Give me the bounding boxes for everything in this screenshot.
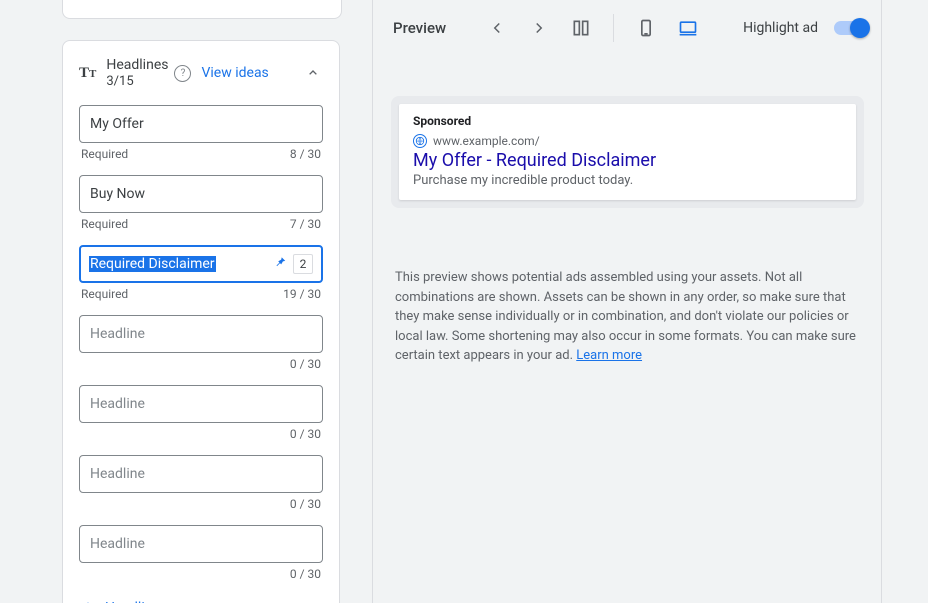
preview-prev-button[interactable] bbox=[481, 12, 513, 44]
ad-url-row: www.example.com/ bbox=[413, 134, 842, 148]
headline-fields: My Offer Required 8 / 30 Buy Now Required 7 /… bbox=[63, 97, 339, 603]
learn-more-link[interactable]: Learn more bbox=[576, 348, 642, 363]
compare-view-button[interactable] bbox=[565, 12, 597, 44]
headlines-panel: TT Headlines 3/15 ? View ideas My Offer R… bbox=[62, 40, 340, 603]
char-counter: 19 / 30 bbox=[283, 287, 321, 301]
headline-value: Required Disclaimer bbox=[89, 256, 216, 272]
columns-icon bbox=[571, 18, 591, 38]
headline-input-7[interactable]: Headline bbox=[79, 525, 323, 563]
char-counter: 0 / 30 bbox=[290, 427, 321, 441]
ad-headline: My Offer - Required Disclaimer bbox=[413, 150, 842, 171]
toggle-thumb bbox=[850, 18, 870, 38]
headline-input-1[interactable]: My Offer bbox=[79, 105, 323, 143]
pin-icon[interactable] bbox=[273, 255, 287, 273]
mobile-icon bbox=[636, 18, 656, 38]
text-format-icon: TT bbox=[79, 66, 96, 81]
ad-display-url: www.example.com/ bbox=[433, 134, 540, 148]
sponsored-label: Sponsored bbox=[413, 114, 842, 128]
view-ideas-link[interactable]: View ideas bbox=[201, 65, 268, 82]
preview-disclaimer: This preview shows potential ads assembl… bbox=[395, 268, 860, 366]
char-counter: 8 / 30 bbox=[290, 147, 321, 161]
headlines-title-block: Headlines 3/15 bbox=[106, 57, 168, 89]
headline-input-4[interactable]: Headline bbox=[79, 315, 323, 353]
chevron-up-icon bbox=[305, 65, 321, 81]
highlight-ad-label: Highlight ad bbox=[743, 20, 818, 36]
headline-meta-6: 0 / 30 bbox=[81, 497, 321, 511]
headlines-panel-header: TT Headlines 3/15 ? View ideas bbox=[63, 41, 339, 97]
highlight-ad-toggle[interactable] bbox=[834, 21, 868, 35]
headline-meta-7: 0 / 30 bbox=[81, 567, 321, 581]
ad-description: Purchase my incredible product today. bbox=[413, 173, 842, 188]
char-counter: 0 / 30 bbox=[290, 357, 321, 371]
required-hint: Required bbox=[81, 217, 128, 231]
desktop-preview-button[interactable] bbox=[672, 12, 704, 44]
preview-next-button[interactable] bbox=[523, 12, 555, 44]
desktop-icon bbox=[678, 18, 698, 38]
globe-icon bbox=[413, 134, 427, 148]
pin-controls: 2 bbox=[273, 254, 313, 274]
headline-meta-5: 0 / 30 bbox=[81, 427, 321, 441]
headline-meta-3: Required 19 / 30 bbox=[81, 287, 321, 301]
right-gutter bbox=[881, 0, 928, 603]
chevron-left-icon bbox=[488, 19, 506, 37]
pin-position-badge[interactable]: 2 bbox=[293, 254, 313, 274]
required-hint: Required bbox=[81, 287, 128, 301]
ad-preview-inner: Sponsored www.example.com/ My Offer - Re… bbox=[399, 104, 856, 200]
headline-meta-2: Required 7 / 30 bbox=[81, 217, 321, 231]
headlines-title: Headlines bbox=[106, 57, 168, 74]
plus-icon bbox=[79, 599, 97, 603]
ad-preview-card: Sponsored www.example.com/ My Offer - Re… bbox=[391, 96, 864, 208]
toolbar-divider bbox=[613, 14, 614, 42]
headlines-count: 3/15 bbox=[106, 74, 168, 90]
preview-toolbar: Preview Highlight ad bbox=[373, 0, 882, 56]
previous-card-bottom bbox=[62, 0, 342, 19]
help-icon[interactable]: ? bbox=[174, 65, 191, 82]
chevron-right-icon bbox=[530, 19, 548, 37]
preview-region: Preview Highlight ad Spon bbox=[372, 0, 882, 603]
headline-input-6[interactable]: Headline bbox=[79, 455, 323, 493]
collapse-toggle[interactable] bbox=[303, 63, 323, 83]
headline-meta-1: Required 8 / 30 bbox=[81, 147, 321, 161]
char-counter: 7 / 30 bbox=[290, 217, 321, 231]
char-counter: 0 / 30 bbox=[290, 497, 321, 511]
headline-input-5[interactable]: Headline bbox=[79, 385, 323, 423]
headline-input-3[interactable]: Required Disclaimer 2 bbox=[79, 245, 323, 283]
mobile-preview-button[interactable] bbox=[630, 12, 662, 44]
app-root: TT Headlines 3/15 ? View ideas My Offer R… bbox=[0, 0, 928, 603]
preview-title: Preview bbox=[393, 19, 446, 37]
headline-meta-4: 0 / 30 bbox=[81, 357, 321, 371]
required-hint: Required bbox=[81, 147, 128, 161]
headline-input-2[interactable]: Buy Now bbox=[79, 175, 323, 213]
char-counter: 0 / 30 bbox=[290, 567, 321, 581]
add-headline-button[interactable]: Headline bbox=[79, 595, 323, 603]
